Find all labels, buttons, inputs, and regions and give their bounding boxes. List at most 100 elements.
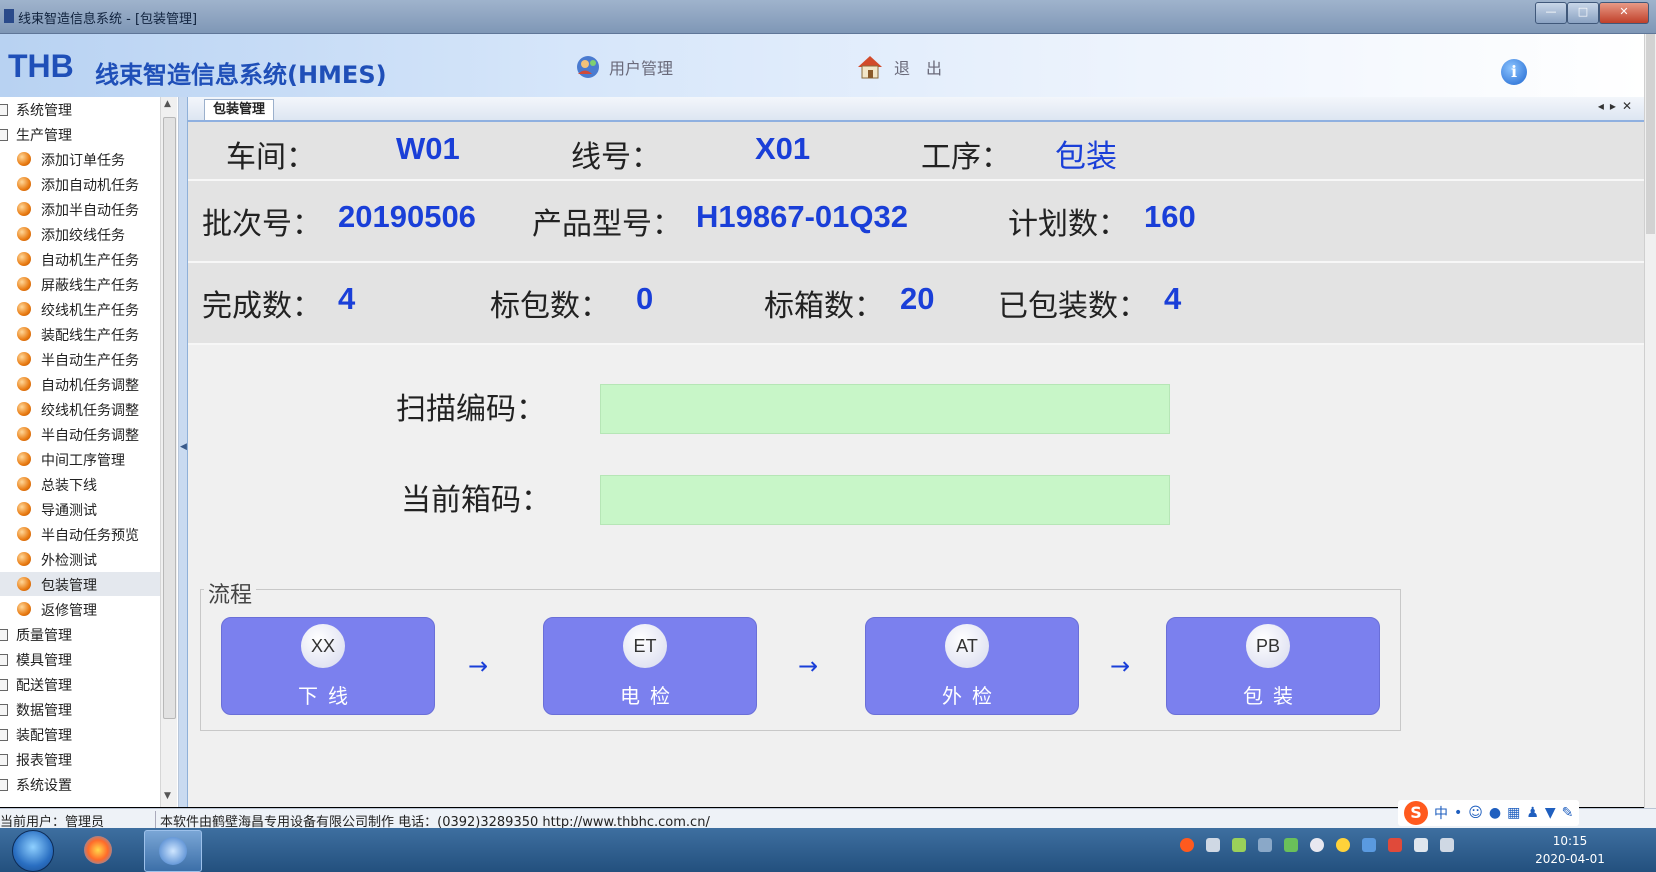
workshop-label: 车间： bbox=[226, 140, 316, 175]
tree-item-label: 生产管理 bbox=[16, 128, 72, 144]
tree-group-item[interactable]: 报表管理 bbox=[0, 747, 160, 771]
tree-group-item[interactable]: 模具管理 bbox=[0, 647, 160, 671]
tree-expander-icon[interactable] bbox=[0, 729, 8, 741]
help-tray-icon[interactable] bbox=[1206, 838, 1220, 852]
volume-icon[interactable] bbox=[1414, 838, 1428, 852]
step-code-badge: PB bbox=[1246, 624, 1290, 668]
tree-expander-icon[interactable] bbox=[0, 104, 8, 116]
tree-item-label: 半自动任务预览 bbox=[41, 528, 139, 544]
main-scrollbar[interactable] bbox=[1644, 34, 1656, 808]
sync-tray-icon[interactable] bbox=[1284, 838, 1298, 852]
packed-count-value: 4 bbox=[1164, 281, 1182, 316]
battery-tray-icon[interactable] bbox=[1232, 838, 1246, 852]
tree-expander-icon[interactable] bbox=[0, 129, 8, 141]
sogou-ime-icon[interactable]: S bbox=[1404, 801, 1428, 825]
tree-child-item[interactable]: 添加半自动任务 bbox=[0, 197, 160, 221]
sidebar: 系统管理生产管理添加订单任务添加自动机任务 添加半自动任务 添加绞线任务 自动机生产任… bbox=[0, 97, 179, 807]
user-icon[interactable]: ♟ bbox=[1526, 805, 1539, 821]
taskbar-app-hmes[interactable] bbox=[144, 830, 202, 872]
signal-icon[interactable] bbox=[1440, 838, 1454, 852]
navigation-tree[interactable]: 系统管理生产管理添加订单任务添加自动机任务 添加半自动任务 添加绞线任务 自动机生产任… bbox=[0, 97, 160, 807]
tree-child-item[interactable]: 屏蔽线生产任务 bbox=[0, 272, 160, 296]
system-clock[interactable]: 10:15 2020-04-01 bbox=[1520, 832, 1620, 868]
network-device-icon[interactable] bbox=[1258, 838, 1272, 852]
tree-group-item[interactable]: 质量管理 bbox=[0, 622, 160, 646]
tree-child-item[interactable]: 半自动任务预览 bbox=[0, 522, 160, 546]
tree-child-item[interactable]: 半自动任务调整 bbox=[0, 422, 160, 446]
flow-arrow-icon: → bbox=[798, 652, 819, 680]
settings-wrench-icon[interactable]: ✎ bbox=[1562, 805, 1574, 821]
scroll-up-icon[interactable]: ▲ bbox=[164, 99, 171, 109]
orange-bullet-icon bbox=[17, 327, 31, 341]
sidebar-splitter[interactable]: ◀ bbox=[179, 97, 188, 807]
sidebar-scroll-thumb[interactable] bbox=[163, 117, 176, 719]
tree-child-item[interactable]: 自动机任务调整 bbox=[0, 372, 160, 396]
keyboard-icon[interactable]: ▦ bbox=[1507, 805, 1520, 821]
tree-child-item[interactable]: 装配线生产任务 bbox=[0, 322, 160, 346]
tree-group-item[interactable]: 生产管理 bbox=[0, 122, 160, 146]
minimize-button[interactable]: — bbox=[1535, 2, 1567, 24]
start-button[interactable] bbox=[12, 830, 54, 872]
main-scroll-thumb[interactable] bbox=[1646, 34, 1655, 234]
maximize-button[interactable]: □ bbox=[1567, 2, 1599, 24]
system-tray[interactable] bbox=[1180, 838, 1454, 852]
tab-controls[interactable]: ◂▸✕ bbox=[1598, 99, 1638, 113]
sogou-tray-icon[interactable] bbox=[1180, 838, 1194, 852]
flag-tray-icon[interactable] bbox=[1388, 838, 1402, 852]
tree-expander-icon[interactable] bbox=[0, 654, 8, 666]
close-button[interactable]: ✕ bbox=[1599, 2, 1649, 24]
tree-expander-icon[interactable] bbox=[0, 704, 8, 716]
skin-icon[interactable]: ▼ bbox=[1545, 805, 1556, 821]
ime-toolbar[interactable]: S 中 • ☺ ● ▦ ♟ ▼ ✎ bbox=[1398, 800, 1580, 826]
tree-group-item[interactable]: 装配管理 bbox=[0, 722, 160, 746]
flow-step-electrical-test[interactable]: ET 电检 bbox=[543, 617, 757, 715]
tab-packaging-management[interactable]: 包装管理 bbox=[204, 99, 275, 120]
user-management-button[interactable]: 用户管理 bbox=[575, 54, 673, 80]
tree-child-item[interactable]: 添加订单任务 bbox=[0, 147, 160, 171]
tree-item-label: 质量管理 bbox=[16, 628, 72, 644]
collapse-arrow-icon[interactable]: ◀ bbox=[180, 442, 187, 452]
tree-child-item[interactable]: 绞线机任务调整 bbox=[0, 397, 160, 421]
tree-group-item[interactable]: 配送管理 bbox=[0, 672, 160, 696]
tree-child-item[interactable]: 绞线机生产任务 bbox=[0, 297, 160, 321]
punctuation-icon[interactable]: • bbox=[1454, 805, 1462, 821]
security-tray-icon[interactable] bbox=[1336, 838, 1350, 852]
tree-group-item[interactable]: 系统设置 bbox=[0, 772, 160, 796]
cloud-tray-icon[interactable] bbox=[1310, 838, 1324, 852]
tree-group-item[interactable]: 数据管理 bbox=[0, 697, 160, 721]
taskbar-app-browser[interactable] bbox=[70, 830, 126, 870]
tree-group-item[interactable]: 系统管理 bbox=[0, 97, 160, 121]
tree-child-item[interactable]: 外检测试 bbox=[0, 547, 160, 571]
tree-expander-icon[interactable] bbox=[0, 679, 8, 691]
ime-mode-indicator[interactable]: 中 bbox=[1434, 803, 1448, 823]
microphone-icon[interactable]: ● bbox=[1489, 805, 1501, 821]
tree-item-label: 数据管理 bbox=[16, 703, 72, 719]
flow-step-appearance-test[interactable]: AT 外检 bbox=[865, 617, 1079, 715]
scan-code-input[interactable] bbox=[600, 384, 1170, 434]
tree-child-item[interactable]: 添加自动机任务 bbox=[0, 172, 160, 196]
scroll-down-icon[interactable]: ▼ bbox=[164, 791, 171, 801]
sidebar-scrollbar[interactable]: ▲ ▼ bbox=[160, 97, 177, 807]
tree-child-item[interactable]: 包装管理 bbox=[0, 572, 160, 596]
step-name: 外检 bbox=[942, 684, 1002, 708]
display-tray-icon[interactable] bbox=[1362, 838, 1376, 852]
exit-button[interactable]: 退 出 bbox=[856, 54, 942, 80]
tree-item-label: 屏蔽线生产任务 bbox=[41, 278, 139, 294]
tree-item-label: 添加订单任务 bbox=[41, 153, 125, 169]
tree-child-item[interactable]: 自动机生产任务 bbox=[0, 247, 160, 271]
tree-child-item[interactable]: 导通测试 bbox=[0, 497, 160, 521]
flow-step-offline[interactable]: XX 下线 bbox=[221, 617, 435, 715]
tree-child-item[interactable]: 返修管理 bbox=[0, 597, 160, 621]
emoji-icon[interactable]: ☺ bbox=[1468, 805, 1483, 821]
tree-child-item[interactable]: 半自动生产任务 bbox=[0, 347, 160, 371]
flow-step-packaging[interactable]: PB 包装 bbox=[1166, 617, 1380, 715]
window-title-bar[interactable]: 线束智造信息系统 - [包装管理] — □ ✕ bbox=[0, 0, 1656, 34]
tree-expander-icon[interactable] bbox=[0, 754, 8, 766]
tree-child-item[interactable]: 总装下线 bbox=[0, 472, 160, 496]
tree-expander-icon[interactable] bbox=[0, 779, 8, 791]
current-box-input[interactable] bbox=[600, 475, 1170, 525]
tree-child-item[interactable]: 中间工序管理 bbox=[0, 447, 160, 471]
info-icon[interactable]: i bbox=[1501, 59, 1527, 85]
tree-child-item[interactable]: 添加绞线任务 bbox=[0, 222, 160, 246]
tree-expander-icon[interactable] bbox=[0, 629, 8, 641]
